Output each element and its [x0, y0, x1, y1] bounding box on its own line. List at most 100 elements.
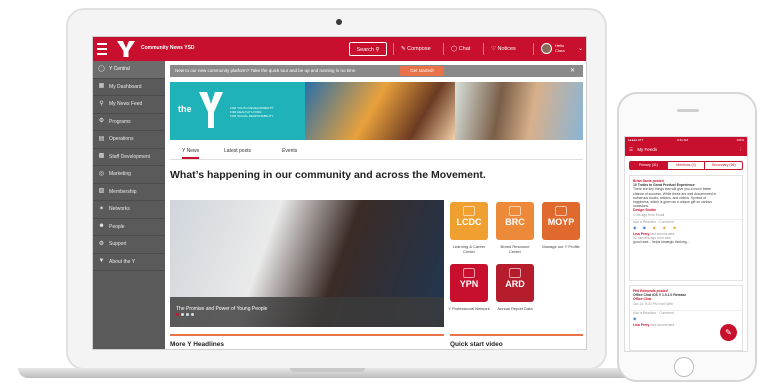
networks-icon: ✶	[98, 205, 105, 212]
phone-title: My Feeds	[637, 147, 658, 152]
notices-label: Notices	[497, 46, 516, 52]
app-label: Y Professional Network	[448, 306, 490, 311]
hero-photo-child	[305, 82, 455, 140]
compose-button[interactable]: ✎ Compose	[401, 46, 431, 52]
search-icon: ⚲	[375, 47, 380, 53]
sidebar-item-label: People	[109, 223, 125, 230]
laptop-camera	[336, 19, 342, 25]
divider	[443, 43, 444, 55]
notices-button[interactable]: ♡ Notices	[491, 46, 516, 52]
tab-primary[interactable]: Primary (31)	[630, 162, 668, 169]
post-time: Jan 14, 8:30 PM from Web	[633, 301, 674, 306]
menu-icon[interactable]: ☰	[629, 143, 633, 156]
search-button[interactable]: Search ⚲	[349, 42, 387, 56]
menu-icon[interactable]	[97, 43, 107, 55]
bell-icon: ♡	[491, 46, 496, 52]
divider	[483, 43, 484, 55]
ymca-logo	[199, 92, 223, 128]
get-started-button[interactable]: Get started!	[400, 66, 444, 76]
app-tile-ypn[interactable]: YPN	[450, 264, 488, 302]
sidebar-item-label: Staff Development	[109, 153, 151, 160]
sidebar-item-news-feed[interactable]: ⚲ My News Feed	[93, 96, 165, 114]
chevron-down-icon[interactable]: ⌄	[578, 45, 583, 52]
search-label: Search	[356, 47, 374, 53]
info-icon: ▼	[98, 258, 105, 265]
like-icon[interactable]: ◉	[633, 224, 637, 232]
app-tile-lcdc[interactable]: LCDC	[450, 202, 488, 240]
smile-icon[interactable]: ☻	[652, 224, 656, 232]
app-abbr: ARD	[505, 279, 525, 289]
feature-caption-bar	[170, 297, 444, 327]
app-header: Community News YSD Search ⚲ ✎ Compose ◯ …	[93, 37, 586, 61]
sidebar-item-about[interactable]: ▼ About the Y	[93, 254, 165, 271]
chat-button[interactable]: ◯ Chat	[451, 46, 470, 52]
sidebar-item-people[interactable]: ☻ People	[93, 219, 165, 236]
phone-home-button[interactable]	[674, 357, 694, 377]
hero-logo-text: the	[178, 104, 192, 114]
tab-y-news[interactable]: Y News	[182, 148, 200, 159]
sidebar-item-marketing[interactable]: ◎ Marketing	[93, 166, 165, 184]
sidebar-item-label: About the Y	[109, 258, 136, 265]
tab-latest-posts[interactable]: Latest posts	[224, 148, 251, 154]
app-tile-brc[interactable]: BRC	[496, 202, 534, 240]
sidebar-item-staff-development[interactable]: ▩ Staff Development	[93, 149, 165, 166]
reaction-bar: ◉	[630, 315, 742, 323]
app-label: Brand Resource Center	[500, 244, 530, 254]
circle-y-icon: ◯	[98, 65, 105, 72]
more-icon[interactable]: ⋮	[739, 143, 744, 156]
avatar[interactable]	[541, 43, 552, 54]
sidebar-item-networks[interactable]: ✶ Networks	[93, 201, 165, 219]
section-divider	[450, 334, 583, 336]
hero-photo-family	[455, 82, 583, 140]
page-headline: What’s happening in our community and ac…	[170, 169, 486, 181]
sidebar-item-membership[interactable]: ▧ Membership	[93, 184, 165, 201]
sidebar-item-support[interactable]: ⚙ Support	[93, 236, 165, 254]
app-tile-ard[interactable]: ARD	[496, 264, 534, 302]
app-abbr: LCDC	[456, 217, 482, 227]
carousel-dots[interactable]	[176, 303, 196, 321]
tab-secondary[interactable]: Secondary (66)	[705, 162, 742, 169]
sidebar: ◯ Y Central ▦ My Dashboard ⚲ My News Feed ⚙…	[93, 61, 165, 349]
tagline-line: FOR SOCIAL RESPONSIBILITY	[230, 114, 274, 118]
like-icon[interactable]: ◉	[633, 315, 637, 323]
section-title-headlines: More Y Headlines	[170, 341, 224, 348]
post-time: 4 hrs ago from Email	[633, 212, 665, 217]
feed-post[interactable]: Brian Davis posted 10 Truths to Great Pr…	[629, 175, 743, 281]
user-menu[interactable]: Hello Clara	[555, 43, 565, 53]
marketing-icon: ◎	[98, 170, 105, 177]
support-icon: ⚙	[98, 240, 105, 247]
comment-action: last commented	[650, 323, 675, 328]
divider	[393, 43, 394, 55]
app-abbr: MOYP	[547, 217, 575, 227]
sidebar-item-programs[interactable]: ⚙ Programs	[93, 114, 165, 131]
laugh-icon[interactable]: ☻	[672, 224, 676, 232]
phone-speaker	[677, 109, 699, 112]
main-content: New to our new community platform? Take …	[165, 61, 586, 349]
sidebar-item-operations[interactable]: ▤ Operations	[93, 131, 165, 149]
close-icon[interactable]: ✕	[570, 67, 575, 74]
sidebar-item-y-central[interactable]: ◯ Y Central	[93, 61, 165, 79]
chart-icon: ▩	[98, 153, 105, 160]
compose-fab-icon[interactable]: ✎	[720, 324, 737, 341]
app-icon	[509, 206, 521, 216]
membership-icon: ▧	[98, 188, 105, 195]
app-tile-moyp[interactable]: MOYP	[542, 202, 580, 240]
ymca-logo[interactable]	[115, 40, 137, 58]
sidebar-item-dashboard[interactable]: ▦ My Dashboard	[93, 79, 165, 96]
chat-icon: ◯	[451, 46, 458, 52]
sidebar-item-label: My Dashboard	[109, 83, 142, 90]
tab-mentions[interactable]: Mentions (3)	[668, 162, 706, 169]
feed-post[interactable]: Phil Edmonds posted Office Chat iOS V 1.…	[629, 285, 743, 351]
tab-events[interactable]: Events	[282, 148, 297, 154]
programs-icon: ⚙	[98, 118, 105, 125]
thumb-icon[interactable]: ◉	[643, 224, 647, 232]
commenter-name[interactable]: Lisa Perry	[633, 323, 649, 327]
laptop-notch	[290, 368, 365, 372]
banner-text: New to our new community platform? Take …	[175, 68, 357, 73]
comment-text: good read... helps strategic thinking...	[633, 240, 690, 245]
people-icon: ☻	[98, 223, 105, 230]
wow-icon[interactable]: ☻	[662, 224, 666, 232]
featured-story[interactable]: The Promise and Power of Young People	[170, 200, 444, 327]
phone-screen: ●●●●● ATT 9:41 AM 100% ☰ My Feeds ⋮ Prim…	[624, 136, 748, 352]
app-abbr: YPN	[459, 279, 479, 289]
